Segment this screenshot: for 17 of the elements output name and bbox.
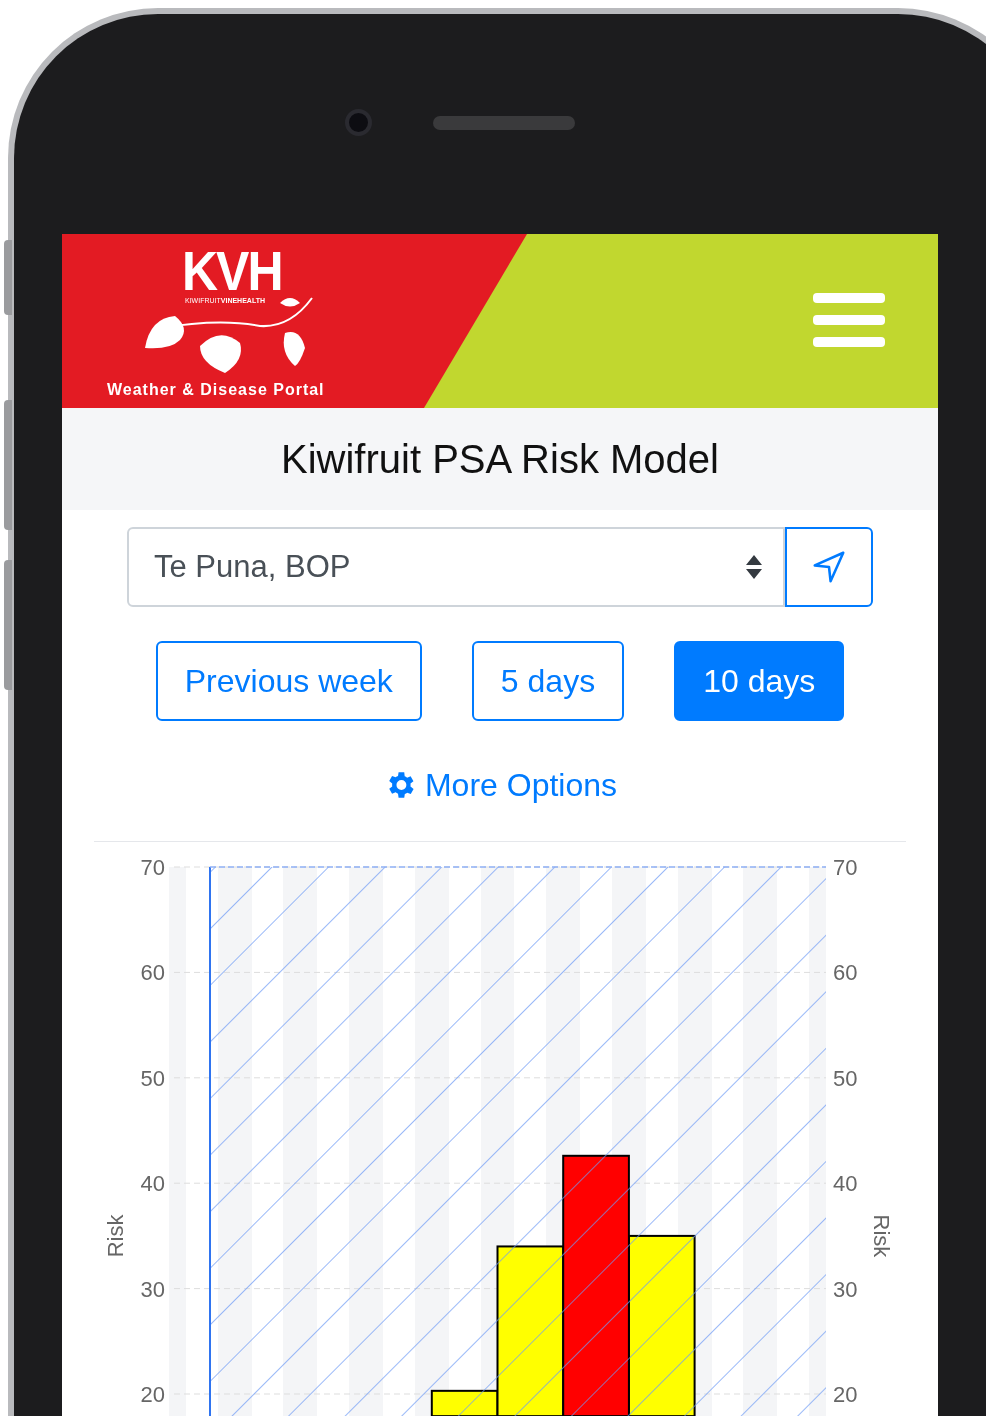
y-tick-label: 70 xyxy=(833,854,858,880)
y-tick-label: 60 xyxy=(833,960,858,986)
y-tick-label: 20 xyxy=(833,1381,858,1407)
y-axis-title: Risk xyxy=(103,1214,128,1258)
y-tick-label: 70 xyxy=(140,854,165,880)
logo-wordmark: KVH xyxy=(182,243,282,299)
y-tick-label: 50 xyxy=(833,1065,858,1091)
y-tick-label: 30 xyxy=(833,1276,858,1302)
y-tick-label: 60 xyxy=(140,960,165,986)
y-tick-label: 20 xyxy=(140,1381,165,1407)
logo-subtitle: Weather & Disease Portal xyxy=(107,382,325,398)
page-title: Kiwifruit PSA Risk Model xyxy=(281,436,719,483)
y-tick-label: 30 xyxy=(140,1276,165,1302)
y-tick-label: 50 xyxy=(140,1065,165,1091)
y-tick-label: 40 xyxy=(140,1171,165,1197)
y-axis-title: Risk xyxy=(869,1214,894,1258)
y-tick-label: 40 xyxy=(833,1171,858,1197)
